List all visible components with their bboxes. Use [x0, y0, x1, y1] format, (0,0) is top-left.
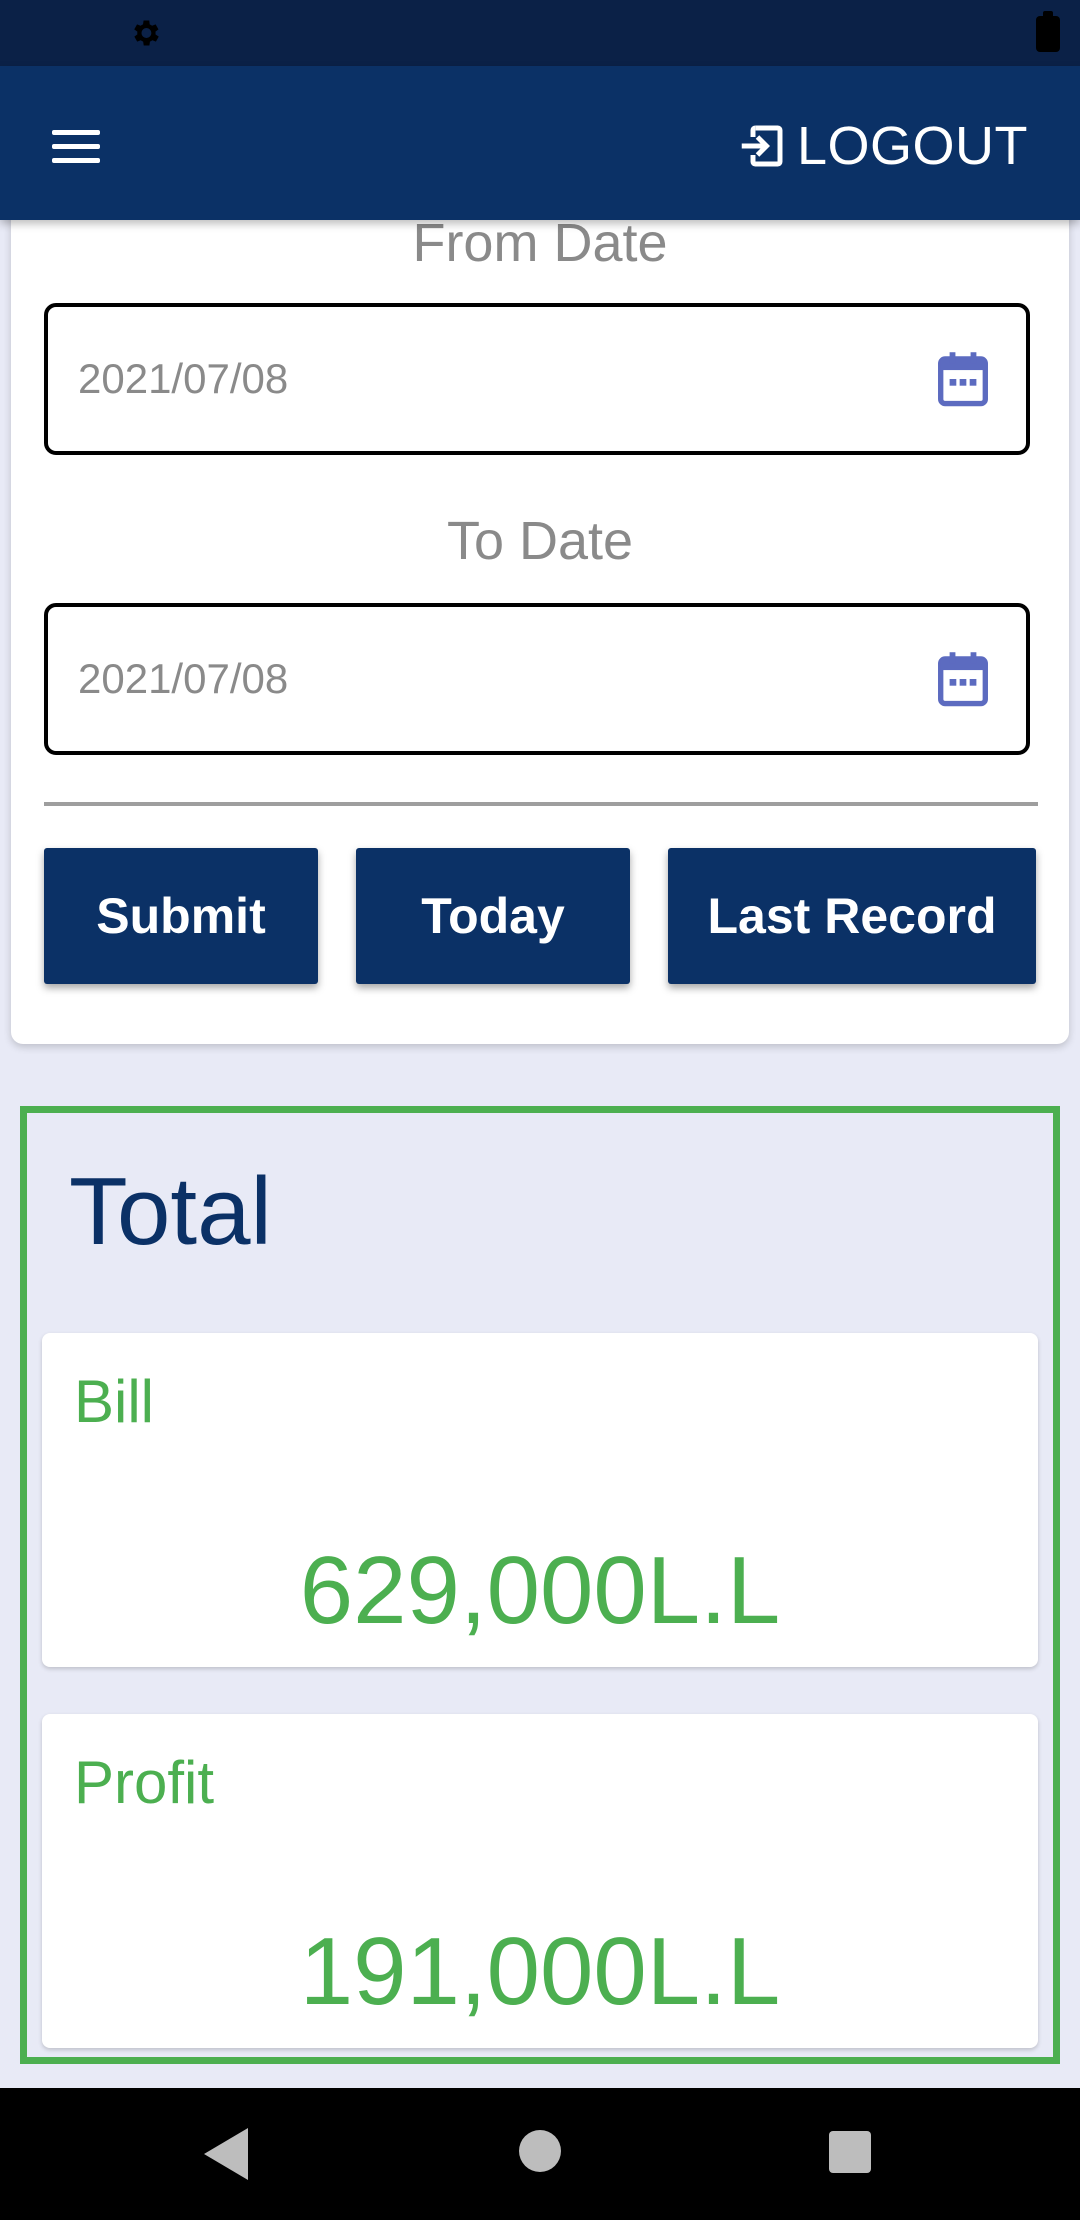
from-date-value: 2021/07/08 [78, 355, 289, 402]
to-date-field[interactable]: 2021/07/08 [44, 603, 1030, 755]
hamburger-menu-icon [52, 130, 100, 135]
bill-label: Bill [74, 1368, 155, 1435]
total-panel: Total Bill 629,000L.L Profit 191,000L.L [20, 1106, 1060, 2064]
battery-icon [1036, 11, 1060, 52]
back-icon[interactable] [204, 2128, 248, 2180]
to-date-value: 2021/07/08 [78, 655, 289, 702]
from-date-label: From Date [412, 213, 668, 273]
submit-button[interactable]: Submit [44, 848, 318, 984]
logout-label: LOGOUT [796, 116, 1028, 176]
menu-button[interactable] [36, 106, 116, 186]
today-button[interactable]: Today [356, 848, 630, 984]
gear-icon [134, 20, 159, 46]
logout-button[interactable]: LOGOUT [735, 106, 1028, 186]
status-bar [0, 0, 1080, 66]
from-date-field[interactable]: 2021/07/08 [44, 303, 1030, 455]
profit-card: Profit 191,000L.L [42, 1714, 1038, 2048]
last-record-button[interactable]: Last Record [668, 848, 1036, 984]
to-date-label: To Date [446, 511, 634, 571]
total-title: Total [69, 1158, 272, 1265]
calendar-icon[interactable] [936, 350, 990, 408]
bill-card: Bill 629,000L.L [42, 1333, 1038, 1667]
logout-icon [741, 125, 783, 167]
profit-value: 191,000L.L [299, 1918, 781, 2025]
date-filter-card: From Date 2021/07/08 To Date 2021/07/08 … [11, 200, 1069, 1044]
bill-value: 629,000L.L [299, 1537, 781, 1644]
calendar-icon[interactable] [936, 650, 990, 708]
profit-label: Profit [74, 1749, 215, 1816]
divider [44, 802, 1038, 806]
recent-apps-icon[interactable] [829, 2131, 871, 2173]
system-nav-bar [0, 2088, 1080, 2220]
home-icon[interactable] [519, 2130, 561, 2172]
app-bar: LOGOUT [0, 66, 1080, 220]
